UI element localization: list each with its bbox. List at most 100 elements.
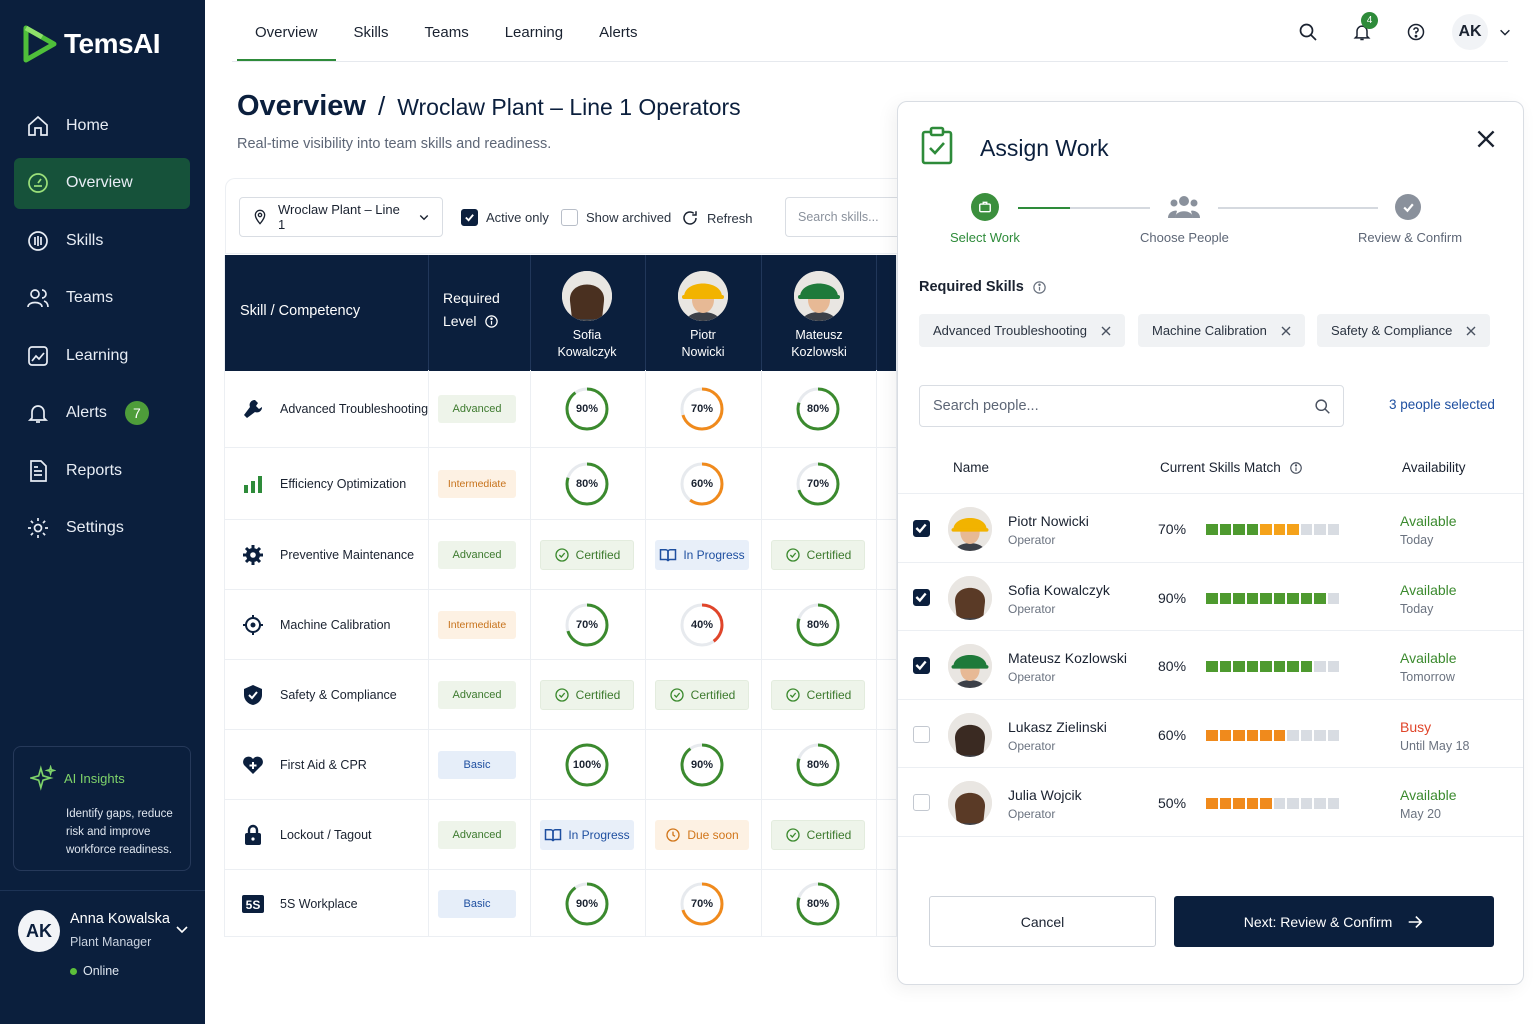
- status-badge[interactable]: Certified: [655, 680, 749, 710]
- tab-teams[interactable]: Teams: [407, 0, 487, 62]
- skill-chip[interactable]: Machine Calibration: [1138, 314, 1305, 347]
- skill-cell[interactable]: Safety & Compliance: [240, 682, 397, 708]
- people-row[interactable]: Sofia Kowalczyk Operator 90% Available T…: [898, 561, 1523, 631]
- ai-insights-card[interactable]: AI Insights Identify gaps, reduce risk a…: [13, 746, 191, 871]
- sidebar-item-alerts[interactable]: Alerts 7: [14, 388, 190, 439]
- close-icon[interactable]: [1473, 126, 1499, 152]
- skill-progress-ring[interactable]: 80%: [795, 386, 841, 432]
- skill-progress-ring[interactable]: 40%: [679, 602, 725, 648]
- skill-progress-ring[interactable]: 80%: [795, 602, 841, 648]
- skill-progress-ring[interactable]: 70%: [795, 461, 841, 507]
- step-label-review-confirm[interactable]: Review & Confirm: [1358, 230, 1462, 245]
- status-badge[interactable]: Certified: [771, 680, 865, 710]
- sidebar-item-skills[interactable]: Skills: [14, 215, 190, 266]
- checkbox-checked[interactable]: [913, 588, 930, 606]
- tab-learning[interactable]: Learning: [487, 0, 581, 62]
- people-row[interactable]: Julia Wojcik Operator 50% Available May …: [898, 767, 1523, 836]
- skill-progress-ring[interactable]: 60%: [679, 461, 725, 507]
- step-label-select-work[interactable]: Select Work: [950, 230, 1020, 245]
- sidebar-item-overview[interactable]: Overview: [14, 157, 190, 209]
- step-1-indicator[interactable]: [971, 193, 999, 221]
- search-button[interactable]: [1290, 14, 1326, 50]
- skill-progress-ring[interactable]: 70%: [679, 386, 725, 432]
- sidebar-item-reports[interactable]: Reports: [14, 445, 190, 496]
- skill-chip[interactable]: Advanced Troubleshooting: [919, 314, 1125, 347]
- selected-count[interactable]: 3 people selected: [1389, 397, 1495, 412]
- skill-cell[interactable]: Machine Calibration: [240, 612, 390, 638]
- skill-chip[interactable]: Safety & Compliance: [1317, 314, 1491, 347]
- close-icon[interactable]: [1101, 326, 1111, 336]
- people-row[interactable]: Lukasz Zielinski Operator 60% Busy Until…: [898, 698, 1523, 768]
- refresh-button[interactable]: Refresh: [681, 209, 753, 227]
- skill-progress-ring[interactable]: 70%: [564, 602, 610, 648]
- step-label-choose-people[interactable]: Choose People: [1140, 230, 1229, 245]
- next-review-confirm-button[interactable]: Next: Review & Confirm: [1174, 896, 1494, 947]
- search-skills-input[interactable]: Search skills...: [785, 197, 905, 237]
- people-group-icon[interactable]: [1168, 194, 1200, 220]
- skill-progress-ring[interactable]: 90%: [679, 742, 725, 788]
- status-badge[interactable]: Certified: [771, 540, 865, 570]
- avatar: [562, 271, 612, 321]
- ring-label: 40%: [690, 619, 714, 631]
- notifications-button[interactable]: 4: [1344, 12, 1380, 50]
- person-column-header[interactable]: Mateusz Kozlowski: [761, 271, 877, 361]
- help-button[interactable]: [1398, 14, 1434, 50]
- sidebar-item-settings[interactable]: Settings: [14, 503, 190, 554]
- checkbox-unchecked[interactable]: [913, 794, 930, 811]
- info-icon[interactable]: [1289, 461, 1303, 475]
- people-row[interactable]: Mateusz Kozlowski Operator 80% Available…: [898, 630, 1523, 699]
- step-3-indicator[interactable]: [1395, 194, 1421, 220]
- logo[interactable]: TemsAI: [22, 24, 161, 64]
- skill-cell[interactable]: 5S 5S Workplace: [240, 891, 358, 917]
- status-badge[interactable]: Due soon: [655, 820, 749, 850]
- checkbox-checked[interactable]: [913, 520, 930, 537]
- status-badge[interactable]: Certified: [540, 540, 634, 570]
- skill-name: 5S Workplace: [280, 896, 358, 911]
- skill-progress-ring[interactable]: 100%: [564, 742, 610, 788]
- skill-cell[interactable]: Efficiency Optimization: [240, 471, 406, 497]
- active-only-checkbox[interactable]: Active only: [461, 209, 549, 226]
- avatar-button[interactable]: AK: [1452, 14, 1488, 50]
- cancel-button[interactable]: Cancel: [929, 896, 1156, 947]
- skill-progress-ring[interactable]: 70%: [679, 881, 725, 927]
- skill-progress-ring[interactable]: 80%: [795, 881, 841, 927]
- status-badge[interactable]: In Progress: [655, 540, 749, 570]
- skill-progress-ring[interactable]: 80%: [795, 742, 841, 788]
- skill-progress-ring[interactable]: 90%: [564, 881, 610, 927]
- chevron-down-icon[interactable]: [1498, 25, 1512, 39]
- person-column-header[interactable]: Piotr Nowicki: [645, 271, 761, 361]
- info-icon[interactable]: [484, 314, 499, 329]
- skill-cell[interactable]: Preventive Maintenance: [240, 542, 414, 568]
- tab-alerts[interactable]: Alerts: [581, 0, 655, 62]
- step-line: [1218, 207, 1378, 209]
- status-badge[interactable]: Certified: [540, 680, 634, 710]
- tab-skills[interactable]: Skills: [336, 0, 407, 62]
- user-profile[interactable]: AK Anna Kowalska Plant Manager Online: [0, 890, 205, 1024]
- checkbox-unchecked[interactable]: [913, 725, 930, 743]
- skill-cell[interactable]: Advanced Troubleshooting: [240, 396, 428, 422]
- sidebar-item-label: Home: [66, 116, 109, 134]
- close-icon[interactable]: [1281, 326, 1291, 336]
- search-people-input[interactable]: Search people...: [919, 385, 1344, 427]
- person-column-header[interactable]: Sofia Kowalczyk: [529, 271, 645, 361]
- stepper: Select Work Choose People Review & Confi…: [898, 190, 1525, 250]
- skill-cell[interactable]: Lockout / Tagout: [240, 822, 372, 848]
- close-icon[interactable]: [1466, 326, 1476, 336]
- sidebar-item-home[interactable]: Home: [14, 100, 190, 151]
- site-select[interactable]: Wroclaw Plant – Line 1: [239, 197, 443, 237]
- status-badge[interactable]: In Progress: [540, 820, 634, 850]
- tab-overview[interactable]: Overview: [237, 0, 336, 62]
- sidebar-item-teams[interactable]: Teams: [14, 273, 190, 324]
- sidebar-item-learning[interactable]: Learning: [14, 330, 190, 381]
- skill-cell[interactable]: First Aid & CPR: [240, 752, 367, 778]
- bell-icon: [27, 405, 49, 423]
- ring-label: 90%: [575, 403, 599, 415]
- skill-progress-ring[interactable]: 80%: [564, 461, 610, 507]
- info-icon[interactable]: [1032, 280, 1047, 295]
- status-badge[interactable]: Certified: [771, 820, 865, 850]
- checkbox-checked[interactable]: [913, 657, 930, 674]
- chevron-down-icon[interactable]: [174, 921, 190, 937]
- people-row[interactable]: Piotr Nowicki Operator 70% Available Tod…: [898, 493, 1523, 562]
- show-archived-checkbox[interactable]: Show archived: [561, 209, 671, 226]
- skill-progress-ring[interactable]: 90%: [564, 386, 610, 432]
